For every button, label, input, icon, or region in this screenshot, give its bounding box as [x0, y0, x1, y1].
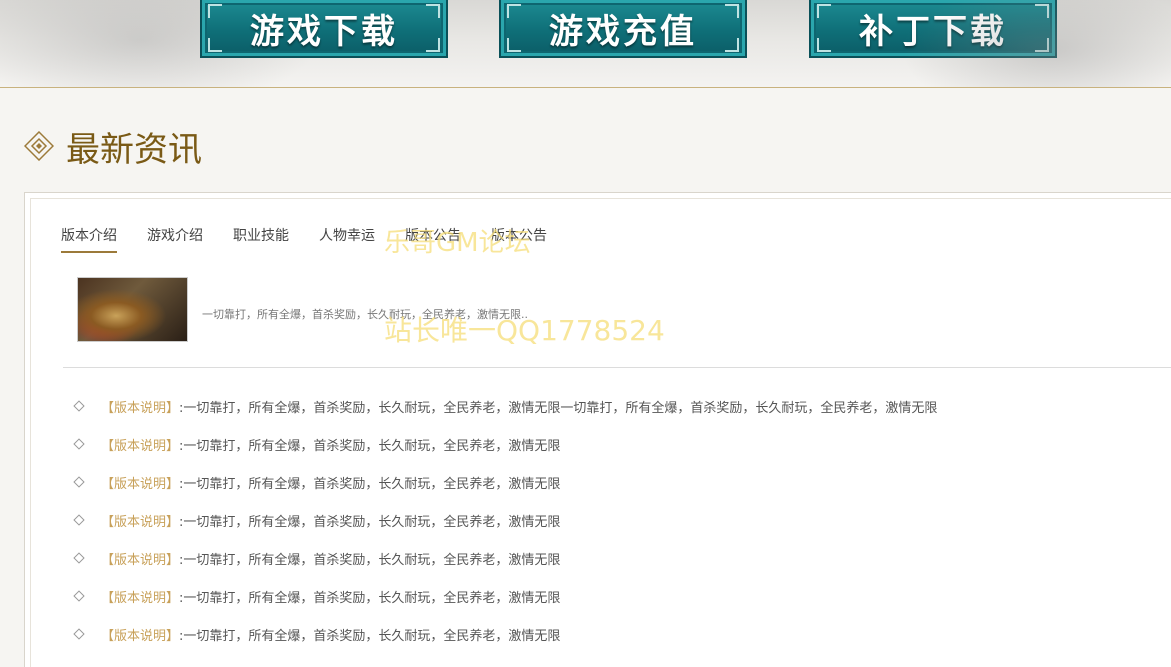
corner-ornament-icon: [1035, 4, 1049, 18]
list-item[interactable]: 【版本说明】 :一切靠打，所有全爆，首杀奖励，长久耐玩，全民养老，激情无限: [71, 425, 937, 463]
news-text: :一切靠打，所有全爆，首杀奖励，长久耐玩，全民养老，激情无限: [179, 628, 561, 644]
diamond-ornament-icon: [23, 130, 55, 162]
diamond-bullet-icon: [73, 628, 85, 640]
diamond-bullet-icon: [73, 476, 85, 488]
news-text: :一切靠打，所有全爆，首杀奖励，长久耐玩，全民养老，激情无限: [179, 438, 561, 454]
list-item[interactable]: 【版本说明】 :一切靠打，所有全爆，首杀奖励，长久耐玩，全民养老，激情无限: [71, 539, 937, 577]
corner-ornament-icon: [426, 38, 440, 52]
patch-download-label: 补丁下载: [859, 11, 1007, 52]
news-text: :一切靠打，所有全爆，首杀奖励，长久耐玩，全民养老，激情无限: [179, 590, 561, 606]
diamond-bullet-icon: [73, 438, 85, 450]
news-panel: 版本介绍 游戏介绍 职业技能 人物幸运 版本公告 版本公告 一切靠打，所有全爆，…: [24, 192, 1171, 667]
corner-ornament-icon: [817, 4, 831, 18]
list-item[interactable]: 【版本说明】 :一切靠打，所有全爆，首杀奖励，长久耐玩，全民养老，激情无限: [71, 615, 937, 653]
news-tag: 【版本说明】: [101, 552, 180, 568]
corner-ornament-icon: [208, 4, 222, 18]
news-text: :一切靠打，所有全爆，首杀奖励，长久耐玩，全民养老，激情无限: [179, 552, 561, 568]
section-header: 最新资讯: [23, 124, 202, 170]
list-item[interactable]: 【版本说明】 :一切靠打，所有全爆，首杀奖励，长久耐玩，全民养老，激情无限: [71, 577, 937, 615]
featured-article[interactable]: 一切靠打，所有全爆，首杀奖励，长久耐玩，全民养老，激情无限..: [77, 277, 528, 342]
diamond-bullet-icon: [73, 400, 85, 412]
corner-ornament-icon: [1035, 38, 1049, 52]
game-download-button[interactable]: 游戏下载: [200, 0, 448, 58]
game-download-label: 游戏下载: [250, 11, 398, 52]
news-tag: 【版本说明】: [101, 400, 180, 416]
tab-class-skills[interactable]: 职业技能: [233, 225, 289, 253]
divider: [63, 367, 1171, 368]
diamond-bullet-icon: [73, 590, 85, 602]
news-tag: 【版本说明】: [101, 628, 180, 644]
corner-ornament-icon: [507, 4, 521, 18]
patch-download-button[interactable]: 补丁下载: [809, 0, 1057, 58]
diamond-bullet-icon: [73, 514, 85, 526]
tab-character-luck[interactable]: 人物幸运: [319, 225, 375, 253]
list-item[interactable]: 【版本说明】 :一切靠打，所有全爆，首杀奖励，长久耐玩，全民养老，激情无限: [71, 463, 937, 501]
news-text: :一切靠打，所有全爆，首杀奖励，长久耐玩，全民养老，激情无限: [179, 476, 561, 492]
news-tag: 【版本说明】: [101, 476, 180, 492]
corner-ornament-icon: [426, 4, 440, 18]
news-tag: 【版本说明】: [101, 438, 180, 454]
featured-summary[interactable]: 一切靠打，所有全爆，首杀奖励，长久耐玩，全民养老，激情无限..: [202, 306, 528, 322]
tab-bar: 版本介绍 游戏介绍 职业技能 人物幸运 版本公告 版本公告: [61, 225, 577, 253]
list-item[interactable]: 【版本说明】 :一切靠打，所有全爆，首杀奖励，长久耐玩，全民养老，激情无限: [71, 501, 937, 539]
section-title: 最新资讯: [66, 129, 202, 170]
list-item[interactable]: 【版本说明】 :一切靠打，所有全爆，首杀奖励，长久耐玩，全民养老，激情无限一切靠…: [71, 387, 937, 425]
corner-ornament-icon: [208, 38, 222, 52]
featured-thumbnail[interactable]: [77, 277, 188, 342]
news-tag: 【版本说明】: [101, 590, 180, 606]
top-banner: 游戏下载 游戏充值 补丁下载: [0, 0, 1171, 88]
news-panel-inner: 版本介绍 游戏介绍 职业技能 人物幸运 版本公告 版本公告 一切靠打，所有全爆，…: [30, 198, 1171, 667]
news-text: :一切靠打，所有全爆，首杀奖励，长久耐玩，全民养老，激情无限: [179, 514, 561, 530]
diamond-bullet-icon: [73, 552, 85, 564]
tab-game-intro[interactable]: 游戏介绍: [147, 225, 203, 253]
corner-ornament-icon: [507, 38, 521, 52]
game-recharge-label: 游戏充值: [549, 11, 697, 52]
news-tag: 【版本说明】: [101, 514, 180, 530]
corner-ornament-icon: [725, 38, 739, 52]
tab-version-intro[interactable]: 版本介绍: [61, 225, 117, 253]
corner-ornament-icon: [725, 4, 739, 18]
tab-version-notice[interactable]: 版本公告: [405, 225, 461, 253]
news-list: 【版本说明】 :一切靠打，所有全爆，首杀奖励，长久耐玩，全民养老，激情无限一切靠…: [71, 387, 937, 653]
game-recharge-button[interactable]: 游戏充值: [499, 0, 747, 58]
corner-ornament-icon: [817, 38, 831, 52]
news-text: :一切靠打，所有全爆，首杀奖励，长久耐玩，全民养老，激情无限一切靠打，所有全爆，…: [179, 400, 938, 416]
tab-version-notice-2[interactable]: 版本公告: [491, 225, 547, 253]
